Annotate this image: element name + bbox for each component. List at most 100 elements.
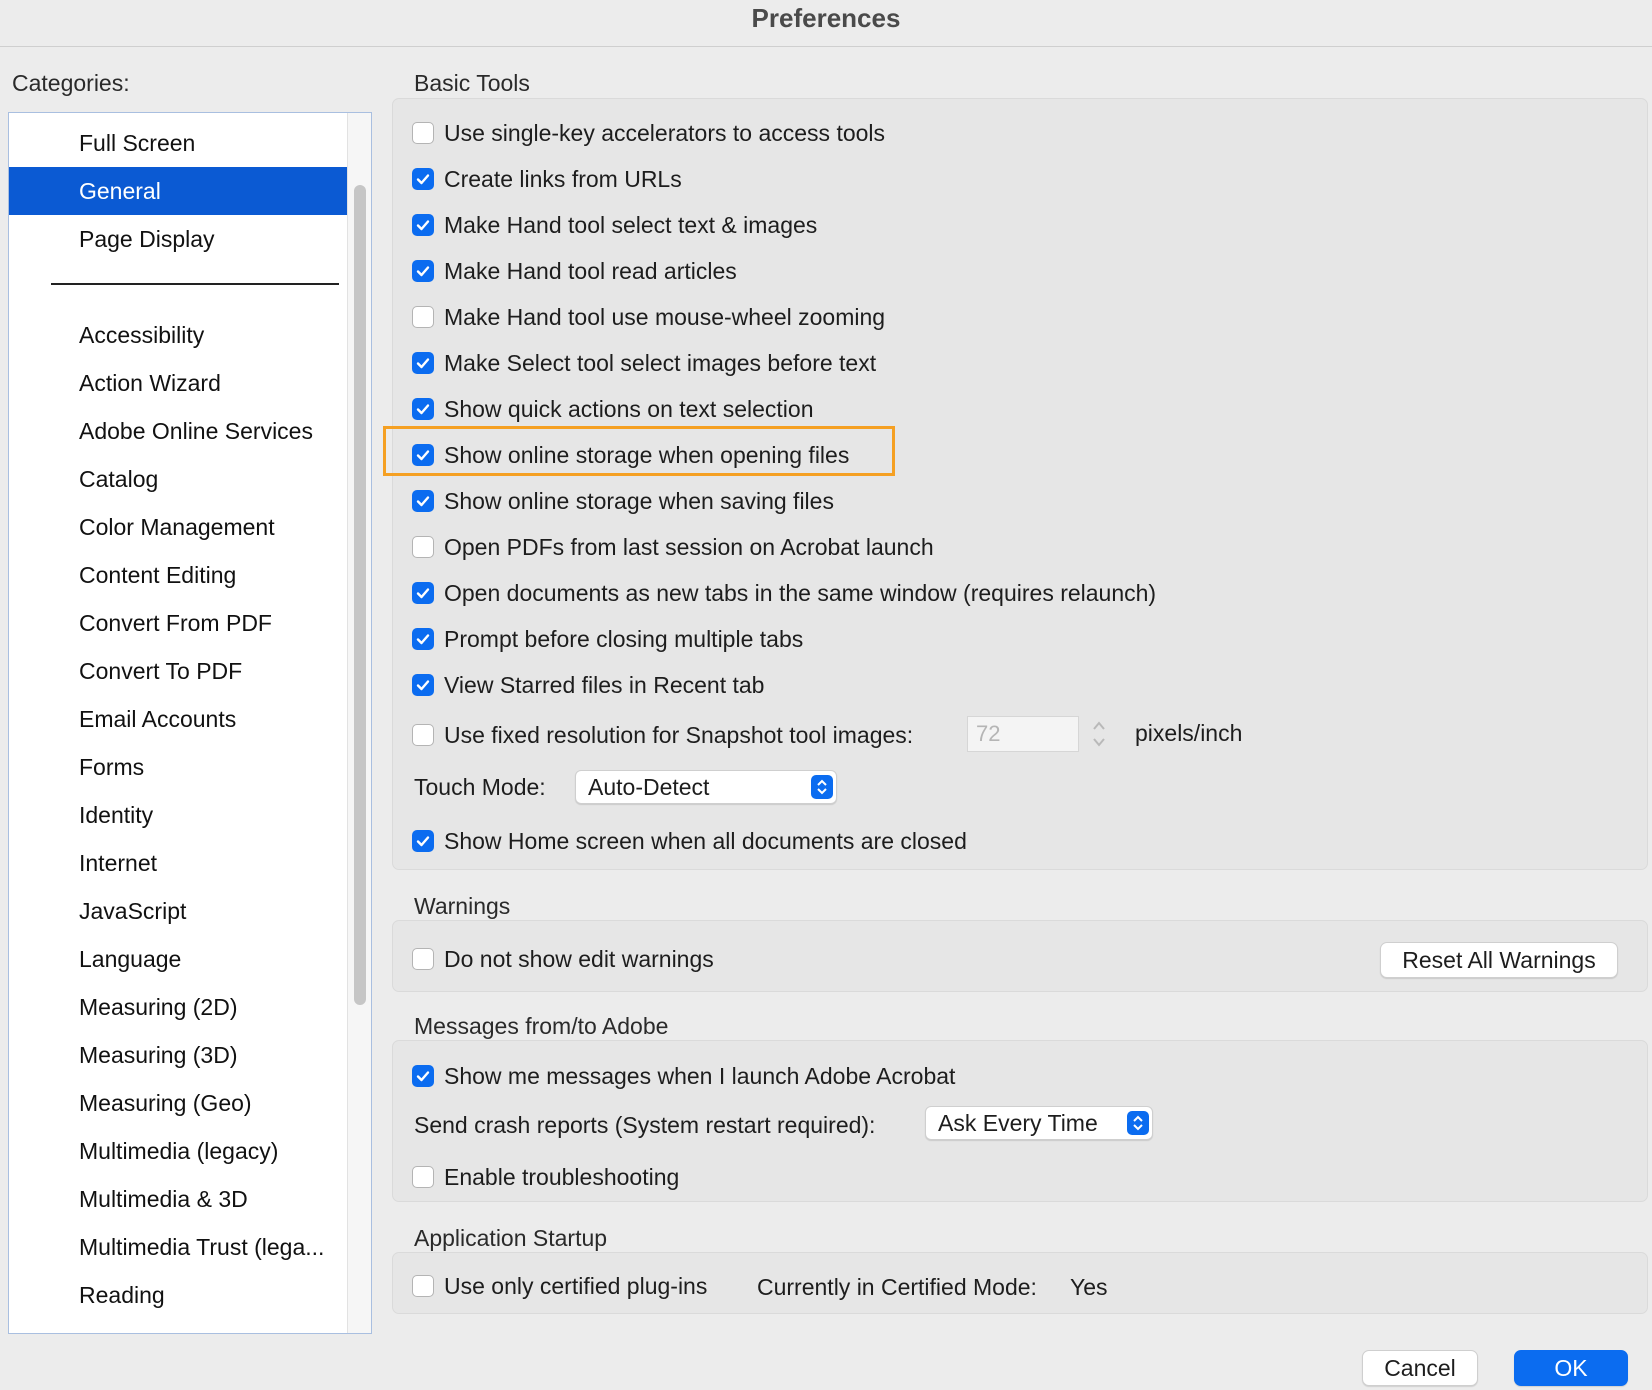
option-hand-wheel-zoom[interactable]: Make Hand tool use mouse-wheel zooming — [412, 302, 885, 332]
touch-mode-select[interactable]: Auto-Detect — [575, 770, 837, 804]
option-label: Show quick actions on text selection — [444, 395, 814, 422]
checkbox[interactable] — [412, 628, 434, 650]
category-item[interactable]: Convert From PDF — [9, 599, 347, 647]
category-item[interactable]: JavaScript — [9, 887, 347, 935]
option-label: Make Select tool select images before te… — [444, 349, 877, 376]
option-online-storage-opening[interactable]: Show online storage when opening files — [412, 440, 849, 470]
option-online-storage-saving[interactable]: Show online storage when saving files — [412, 486, 834, 516]
checkbox[interactable] — [412, 830, 434, 852]
option-prompt-closing-tabs[interactable]: Prompt before closing multiple tabs — [412, 624, 803, 654]
category-item[interactable]: Catalog — [9, 455, 347, 503]
checkbox[interactable] — [412, 948, 434, 970]
category-item[interactable]: Email Accounts — [9, 695, 347, 743]
checkbox[interactable] — [412, 674, 434, 696]
reset-warnings-button[interactable]: Reset All Warnings — [1380, 942, 1618, 978]
category-item[interactable]: Measuring (3D) — [9, 1031, 347, 1079]
checkmark-icon — [416, 496, 430, 507]
option-label: Make Hand tool read articles — [444, 257, 737, 284]
option-show-messages[interactable]: Show me messages when I launch Adobe Acr… — [412, 1061, 955, 1091]
select-arrows-icon — [811, 775, 833, 799]
option-quick-actions[interactable]: Show quick actions on text selection — [412, 394, 813, 424]
basic-tools-title: Basic Tools — [414, 70, 530, 96]
option-starred-files[interactable]: View Starred files in Recent tab — [412, 670, 764, 700]
category-item[interactable]: Measuring (Geo) — [9, 1079, 347, 1127]
category-full-screen[interactable]: Full Screen — [9, 119, 347, 167]
category-item[interactable]: Multimedia & 3D — [9, 1175, 347, 1223]
option-open-last-session[interactable]: Open PDFs from last session on Acrobat l… — [412, 532, 934, 562]
category-item[interactable]: Content Editing — [9, 551, 347, 599]
checkmark-icon — [416, 588, 430, 599]
certified-mode-value: Yes — [1070, 1274, 1108, 1300]
messages-title: Messages from/to Adobe — [414, 1013, 669, 1039]
option-label: Make Hand tool select text & images — [444, 211, 818, 238]
cancel-button[interactable]: Cancel — [1362, 1350, 1478, 1386]
checkmark-icon — [416, 266, 430, 277]
certified-mode-label: Currently in Certified Mode: — [757, 1274, 1037, 1300]
option-certified-plugins[interactable]: Use only certified plug-ins — [412, 1271, 707, 1301]
checkbox[interactable] — [412, 724, 434, 746]
category-item[interactable]: Multimedia Trust (lega... — [9, 1223, 347, 1271]
category-item[interactable]: Identity — [9, 791, 347, 839]
checkbox[interactable] — [412, 536, 434, 558]
checkbox[interactable] — [412, 306, 434, 328]
categories-list[interactable]: Full Screen General Page Display Accessi… — [8, 112, 372, 1334]
category-item[interactable]: Multimedia (legacy) — [9, 1127, 347, 1175]
option-edit-warnings[interactable]: Do not show edit warnings — [412, 944, 714, 974]
checkbox[interactable] — [412, 444, 434, 466]
category-page-display[interactable]: Page Display — [9, 215, 347, 263]
option-label: Use only certified plug-ins — [444, 1272, 708, 1299]
category-general[interactable]: General — [9, 167, 347, 215]
checkbox[interactable] — [412, 168, 434, 190]
category-item[interactable]: Convert To PDF — [9, 647, 347, 695]
categories-label: Categories: — [12, 70, 130, 96]
category-item[interactable]: Internet — [9, 839, 347, 887]
checkbox[interactable] — [412, 1275, 434, 1297]
sidebar-scrollbar-thumb[interactable] — [354, 185, 366, 1005]
checkbox[interactable] — [412, 582, 434, 604]
option-select-images[interactable]: Make Select tool select images before te… — [412, 348, 876, 378]
category-item[interactable]: Reading — [9, 1271, 347, 1319]
checkmark-icon — [416, 174, 430, 185]
ok-button[interactable]: OK — [1514, 1350, 1628, 1386]
option-hand-read-articles[interactable]: Make Hand tool read articles — [412, 256, 737, 286]
category-item[interactable]: Accessibility — [9, 311, 347, 359]
category-item[interactable]: Language — [9, 935, 347, 983]
checkbox[interactable] — [412, 352, 434, 374]
category-item[interactable]: Forms — [9, 743, 347, 791]
option-troubleshooting[interactable]: Enable troubleshooting — [412, 1162, 679, 1192]
touch-mode-value: Auto-Detect — [588, 774, 710, 800]
checkbox[interactable] — [412, 490, 434, 512]
checkbox[interactable] — [412, 1166, 434, 1188]
option-label: Create links from URLs — [444, 165, 682, 192]
option-label: Prompt before closing multiple tabs — [444, 625, 804, 652]
category-item[interactable]: Action Wizard — [9, 359, 347, 407]
option-hand-select-text[interactable]: Make Hand tool select text & images — [412, 210, 817, 240]
option-label: Show online storage when saving files — [444, 487, 834, 514]
select-arrows-icon — [1127, 1111, 1149, 1135]
checkbox[interactable] — [412, 122, 434, 144]
checkmark-icon — [416, 680, 430, 691]
option-snapshot-resolution[interactable]: Use fixed resolution for Snapshot tool i… — [412, 720, 913, 750]
crash-reports-value: Ask Every Time — [938, 1110, 1098, 1136]
option-home-screen[interactable]: Show Home screen when all documents are … — [412, 826, 967, 856]
option-new-tabs[interactable]: Open documents as new tabs in the same w… — [412, 578, 1156, 608]
option-single-key-accelerators[interactable]: Use single-key accelerators to access to… — [412, 118, 885, 148]
option-label: Open PDFs from last session on Acrobat l… — [444, 533, 934, 560]
category-item[interactable]: Color Management — [9, 503, 347, 551]
checkmark-icon — [416, 220, 430, 231]
checkbox[interactable] — [412, 214, 434, 236]
category-item[interactable]: Adobe Online Services — [9, 407, 347, 455]
snapshot-resolution-input[interactable]: 72 — [967, 716, 1079, 752]
option-label: Show Home screen when all documents are … — [444, 827, 967, 854]
snapshot-resolution-stepper[interactable] — [1087, 716, 1111, 752]
checkbox[interactable] — [412, 1065, 434, 1087]
checkmark-icon — [416, 450, 430, 461]
checkbox[interactable] — [412, 398, 434, 420]
checkbox[interactable] — [412, 260, 434, 282]
stepper-arrows-icon — [1093, 721, 1105, 747]
category-item[interactable]: Measuring (2D) — [9, 983, 347, 1031]
option-label: Show me messages when I launch Adobe Acr… — [444, 1062, 956, 1089]
checkmark-icon — [416, 1071, 430, 1082]
crash-reports-select[interactable]: Ask Every Time — [925, 1106, 1153, 1140]
option-create-links[interactable]: Create links from URLs — [412, 164, 682, 194]
